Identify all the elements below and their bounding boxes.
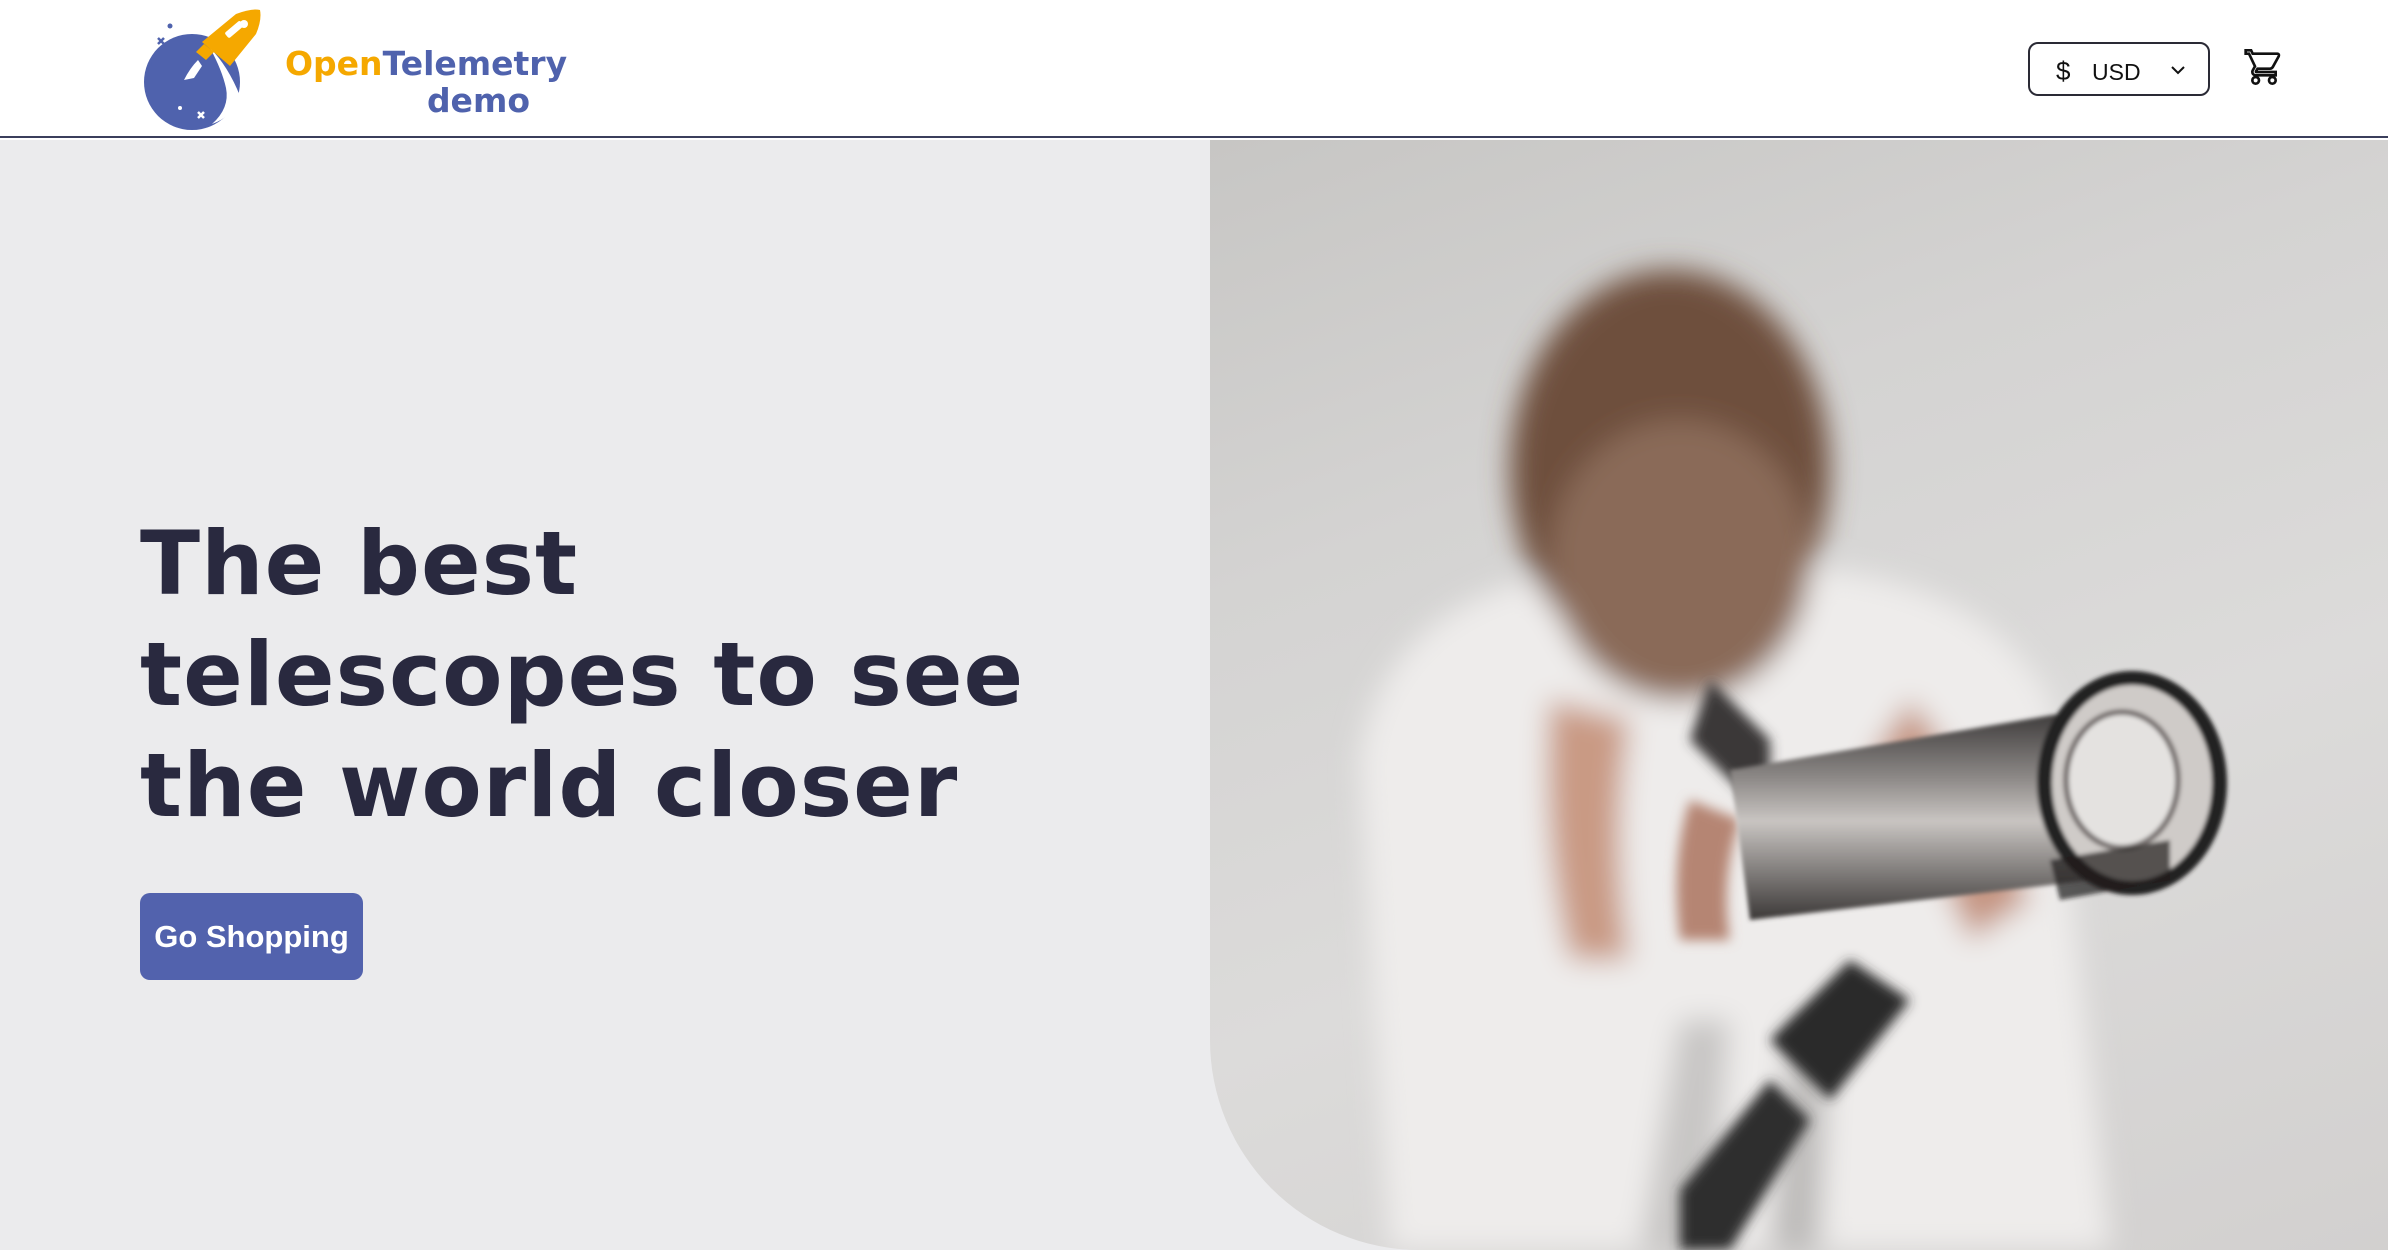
- logo-word-telemetry: Telemetry: [382, 44, 568, 83]
- currency-symbol: $: [2056, 56, 2071, 86]
- hero-title: The best telescopes to see the world clo…: [140, 512, 1025, 837]
- go-shopping-button[interactable]: Go Shopping: [140, 893, 363, 980]
- logo-word-open: Open: [285, 44, 383, 83]
- logo-wordmark: OpenTelemetry: [285, 44, 567, 83]
- logo-word-demo: demo: [426, 81, 530, 120]
- opentelemetry-demo-logo[interactable]: OpenTelemetry demo: [140, 8, 567, 132]
- hero-banner: The best telescopes to see the world clo…: [0, 140, 2388, 1250]
- currency-code: USD: [2092, 59, 2141, 85]
- shopping-cart-icon[interactable]: [2244, 47, 2284, 87]
- site-header: OpenTelemetry demo $ USD: [0, 0, 2388, 138]
- hero-image-child-telescope: [1210, 140, 2388, 1250]
- telescope-photo-illustration: [1360, 270, 2227, 1250]
- rocket-planet-logo-icon: [144, 9, 261, 130]
- chevron-down-icon: [2171, 66, 2185, 75]
- currency-selector[interactable]: $ USD: [2028, 42, 2210, 96]
